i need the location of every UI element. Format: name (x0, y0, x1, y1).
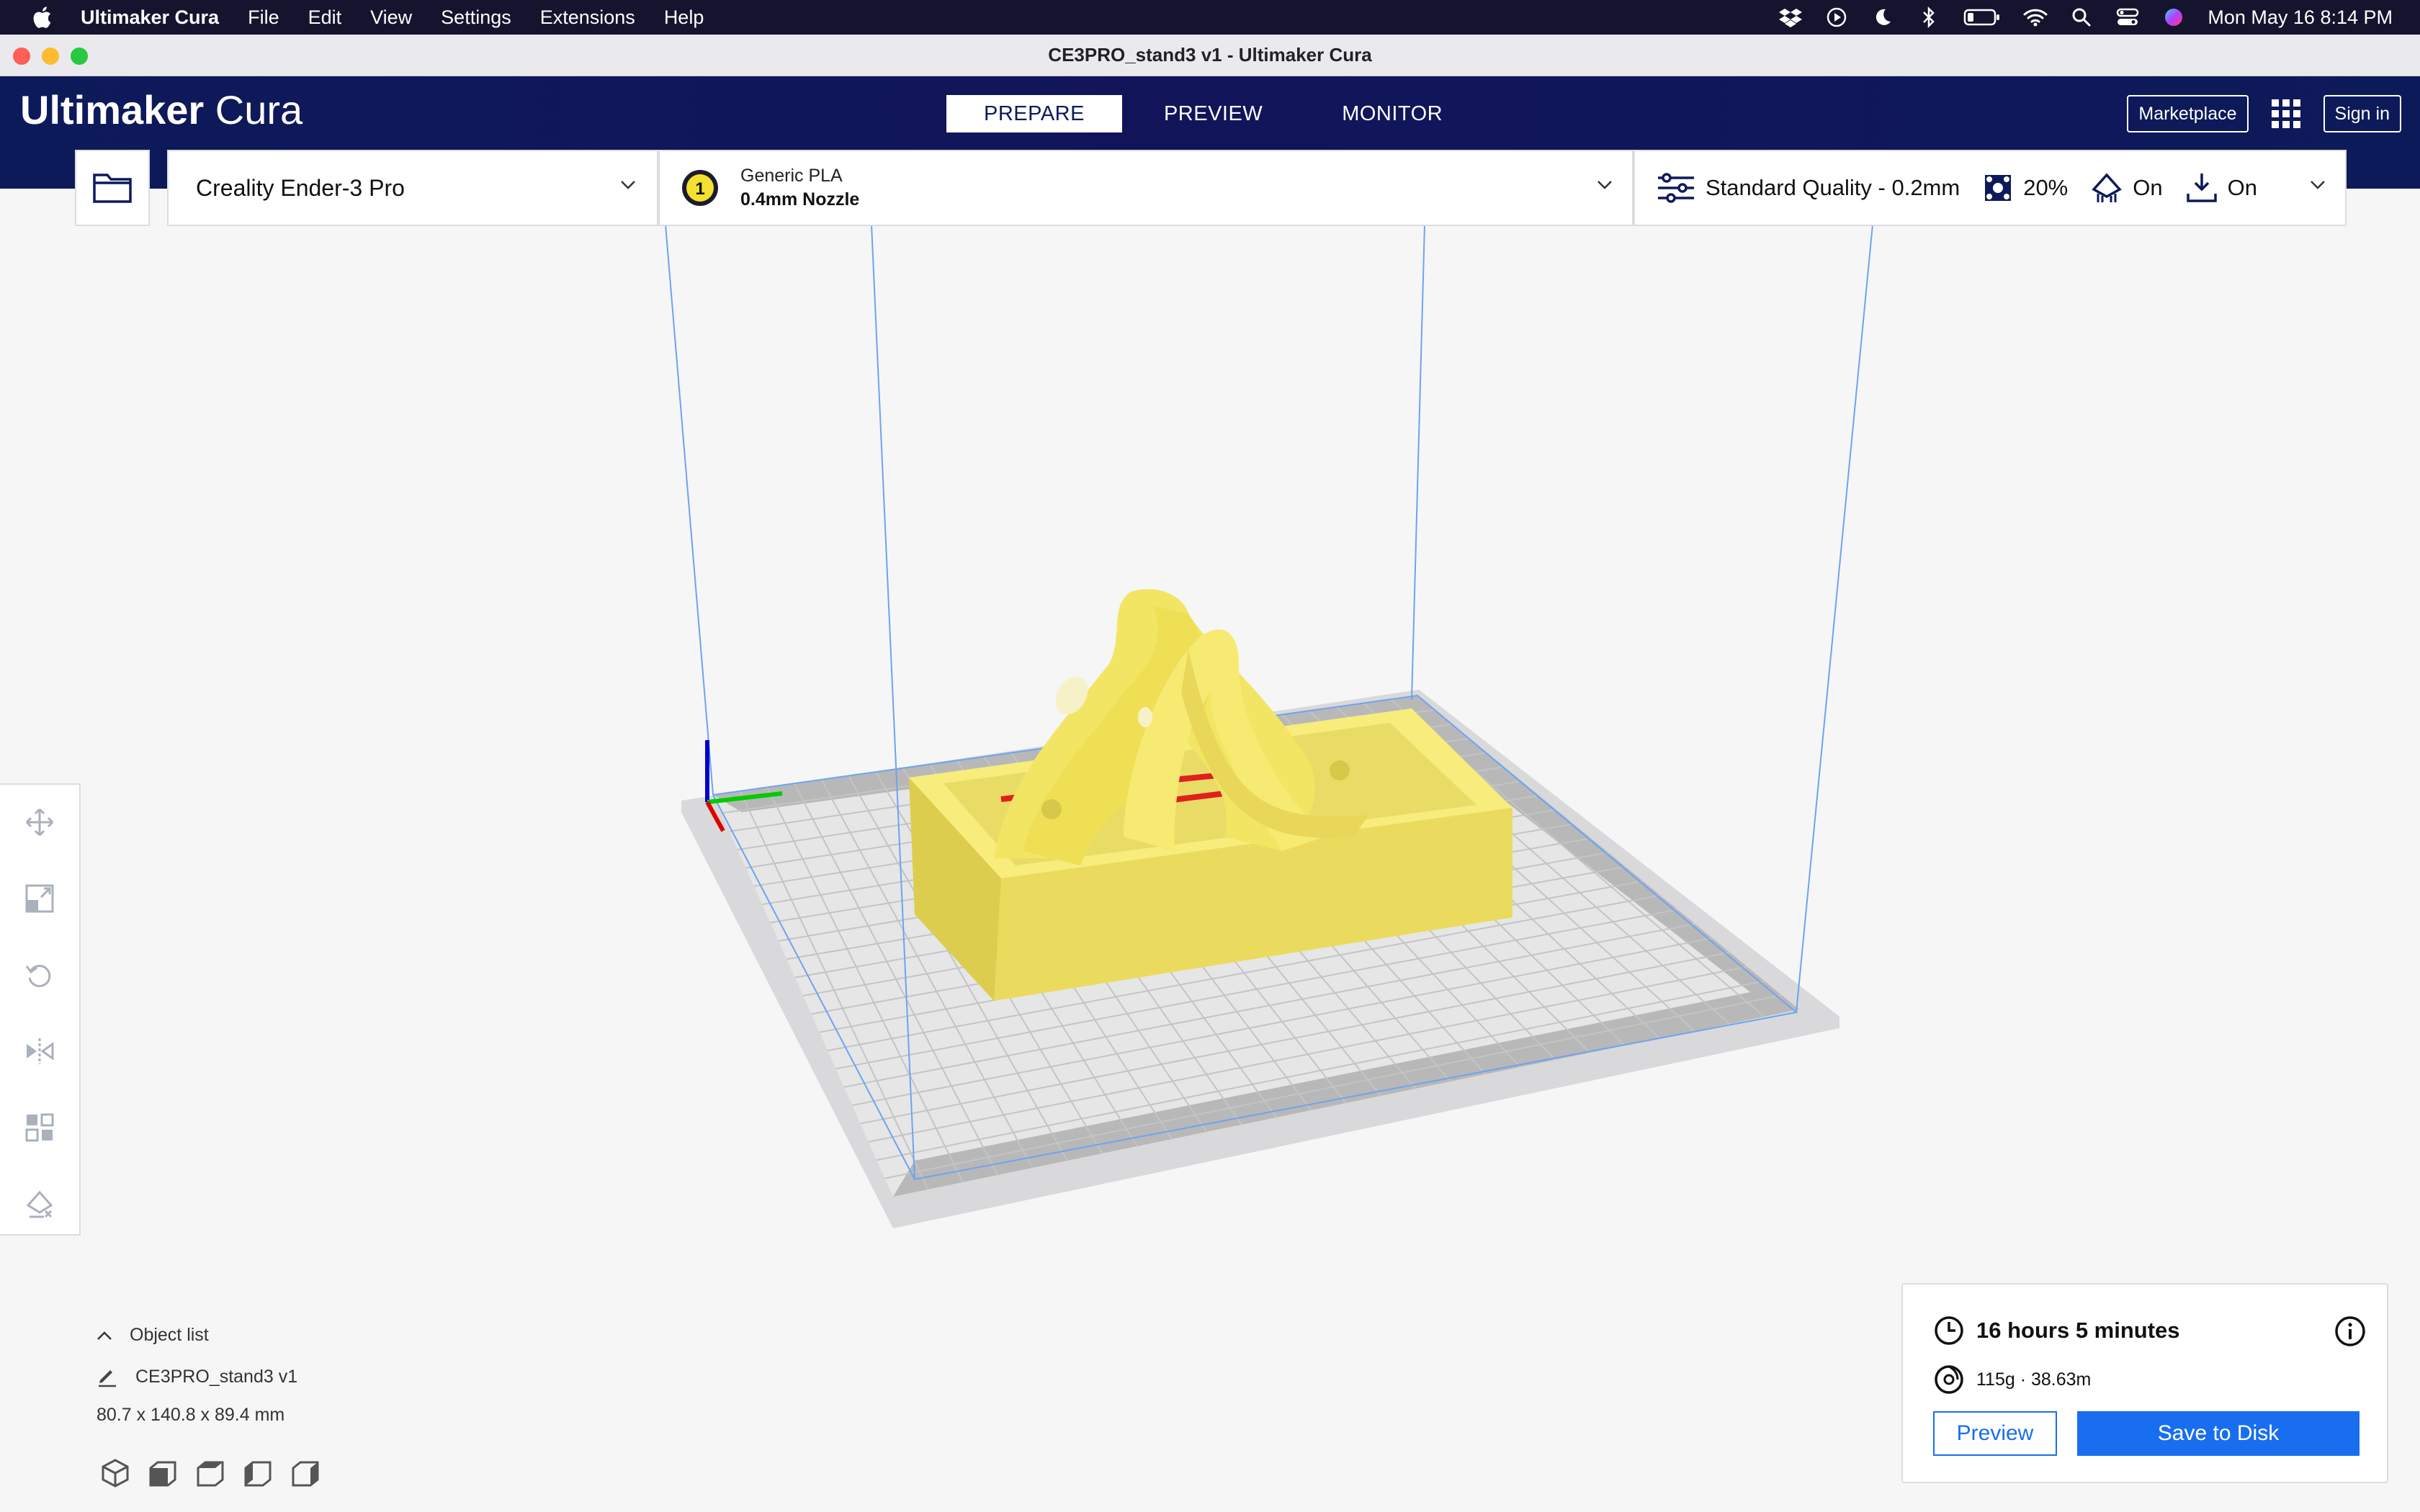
marketplace-button[interactable]: Marketplace (2127, 95, 2249, 132)
menu-edit[interactable]: Edit (308, 6, 342, 29)
preview-button[interactable]: Preview (1933, 1411, 2057, 1456)
tab-prepare[interactable]: PREPARE (946, 95, 1122, 132)
menu-view[interactable]: View (370, 6, 412, 29)
menu-app-name[interactable]: Ultimaker Cura (81, 6, 219, 29)
dropbox-icon[interactable] (1778, 5, 1803, 30)
save-to-disk-button[interactable]: Save to Disk (2077, 1411, 2360, 1456)
quality-profile: Standard Quality - 0.2mm (1706, 175, 1960, 200)
adhesion-icon (2186, 174, 2217, 202)
close-window-button[interactable] (13, 48, 30, 65)
top-view-icon[interactable] (194, 1457, 226, 1489)
chevron-down-icon (621, 181, 635, 189)
info-icon[interactable] (2334, 1315, 2367, 1348)
sliders-icon (1658, 173, 1694, 203)
clock-icon (1935, 1316, 1963, 1345)
stage-tabs: PREPARE PREVIEW MONITOR (946, 95, 1484, 132)
chevron-down-icon (2311, 181, 2325, 189)
tool-panel (0, 783, 81, 1236)
tab-monitor[interactable]: MONITOR (1304, 95, 1480, 132)
menubar-clock[interactable]: Mon May 16 8:14 PM (2208, 6, 2393, 29)
wifi-icon[interactable] (2023, 5, 2048, 30)
material-selector[interactable]: 1 Generic PLA 0.4mm Nozzle (658, 150, 1634, 226)
left-view-icon[interactable] (242, 1457, 274, 1489)
extruder-number: 1 (695, 179, 704, 199)
front-view-icon[interactable] (147, 1457, 179, 1489)
chevron-up-icon (97, 1331, 112, 1340)
support-value: On (2133, 175, 2163, 200)
spotlight-search-icon[interactable] (2069, 5, 2094, 30)
printer-name: Creality Ender-3 Pro (196, 174, 405, 201)
mirror-tool-icon[interactable] (22, 1034, 57, 1068)
right-view-icon[interactable] (290, 1457, 321, 1489)
object-list-label: Object list (130, 1325, 209, 1345)
object-list: Object list CE3PRO_stand3 v1 80.7 x 140.… (97, 1325, 297, 1426)
print-settings-selector[interactable]: Standard Quality - 0.2mm 20% On On (1634, 150, 2347, 226)
menu-settings[interactable]: Settings (441, 6, 511, 29)
print-time: 16 hours 5 minutes (1976, 1318, 2180, 1343)
apps-grid-icon[interactable] (2270, 98, 2302, 130)
object-list-toggle[interactable]: Object list (97, 1325, 297, 1346)
bluetooth-icon[interactable] (1917, 5, 1941, 30)
window-controls (13, 48, 88, 65)
tab-preview[interactable]: PREVIEW (1126, 95, 1300, 132)
printer-selector[interactable]: Creality Ender-3 Pro (167, 150, 658, 226)
open-file-button[interactable] (75, 150, 150, 226)
filament-spool-icon (1935, 1365, 1963, 1394)
chevron-down-icon (1597, 181, 1612, 189)
per-model-settings-icon[interactable] (22, 1110, 57, 1145)
battery-icon[interactable] (1963, 5, 2002, 30)
scale-tool-icon[interactable] (22, 881, 57, 916)
move-tool-icon[interactable] (22, 805, 57, 840)
apple-menu-icon[interactable] (27, 3, 56, 32)
support-blocker-icon[interactable] (22, 1187, 57, 1221)
macos-menu-bar: Ultimaker Cura File Edit View Settings E… (0, 0, 2420, 35)
print-action-panel: 16 hours 5 minutes 115g · 38.63m Preview… (1901, 1283, 2388, 1483)
zoom-window-button[interactable] (71, 48, 88, 65)
play-circle-icon[interactable] (1824, 5, 1849, 30)
control-center-icon[interactable] (2115, 5, 2140, 30)
object-dimensions: 80.7 x 140.8 x 89.4 mm (97, 1405, 285, 1425)
window-title: CE3PRO_stand3 v1 - Ultimaker Cura (1048, 44, 1372, 66)
rotate-tool-icon[interactable] (22, 958, 57, 992)
logo-ultimaker: Ultimaker (20, 87, 205, 132)
folder-icon (93, 174, 132, 203)
menu-file[interactable]: File (248, 6, 279, 29)
nozzle-size: 0.4mm Nozzle (740, 189, 860, 210)
pencil-icon (99, 1370, 116, 1387)
adhesion-value: On (2227, 175, 2257, 200)
moon-icon[interactable] (1870, 5, 1895, 30)
siri-icon[interactable] (2161, 5, 2186, 30)
object-name: CE3PRO_stand3 v1 (135, 1366, 298, 1387)
3d-view-icon[interactable] (99, 1457, 131, 1489)
window-title-bar: CE3PRO_stand3 v1 - Ultimaker Cura (0, 35, 2420, 76)
ultimaker-cura-logo: Ultimaker Cura (20, 86, 302, 133)
sign-in-button[interactable]: Sign in (2323, 95, 2401, 132)
infill-value: 20% (2023, 175, 2069, 200)
camera-view-buttons (99, 1457, 321, 1489)
object-list-item[interactable]: CE3PRO_stand3 v1 (97, 1366, 297, 1387)
menu-help[interactable]: Help (664, 6, 704, 29)
minimize-window-button[interactable] (42, 48, 59, 65)
material-name: Generic PLA (740, 166, 843, 186)
extruder-icon: 1 (682, 170, 718, 206)
menu-extensions[interactable]: Extensions (540, 6, 635, 29)
infill-icon (1985, 175, 2012, 201)
logo-cura: Cura (204, 87, 303, 132)
material-usage: 115g · 38.63m (1976, 1369, 2092, 1390)
support-icon (2092, 173, 2123, 202)
